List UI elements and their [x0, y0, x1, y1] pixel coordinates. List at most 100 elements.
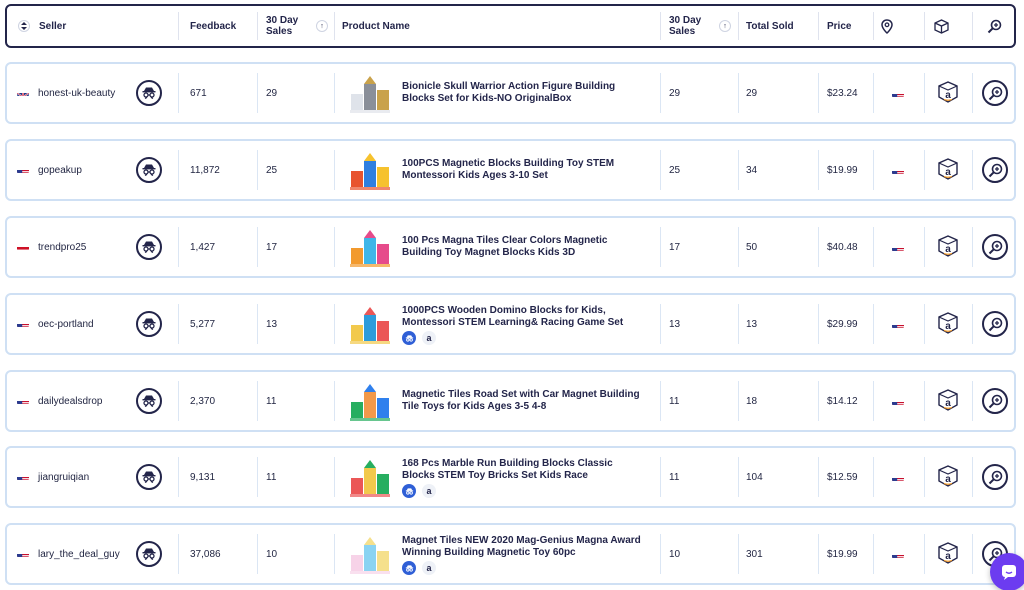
sales-30-day-b: 11 [669, 471, 680, 483]
prime-spy-icon[interactable] [402, 331, 416, 345]
product-thumbnail[interactable] [347, 224, 393, 270]
product-name[interactable]: 100PCS Magnetic Blocks Building Toy STEM… [402, 158, 647, 182]
table-row[interactable]: oec-portland 5,277 13 1000PCS Wooden Dom… [5, 293, 1016, 355]
us-flag-icon [892, 243, 904, 251]
svg-text:a: a [945, 244, 951, 255]
prime-spy-icon[interactable] [402, 561, 416, 575]
sales-30-day-b: 11 [669, 395, 680, 407]
amazon-tag-icon[interactable]: a [422, 331, 436, 345]
header-product-name[interactable]: Product Name [342, 6, 410, 46]
product-thumbnail[interactable] [347, 301, 393, 347]
seller-name[interactable]: lary_the_deal_guy [38, 525, 120, 583]
price: $29.99 [827, 318, 858, 330]
prime-spy-icon[interactable] [402, 484, 416, 498]
product-name[interactable]: 100 Pcs Magna Tiles Clear Colors Magneti… [402, 235, 647, 259]
amazon-box-icon[interactable]: a [938, 312, 958, 334]
sales-30-day: 11 [266, 471, 277, 483]
header-feedback[interactable]: Feedback [190, 6, 236, 46]
amazon-box-icon[interactable]: a [938, 81, 958, 103]
svg-text:a: a [945, 90, 951, 101]
map-pin-icon[interactable] [881, 6, 893, 46]
seller-spy-button[interactable] [136, 157, 162, 183]
sales30-sort-icon[interactable]: ↑ [316, 20, 328, 32]
deep-search-button[interactable] [982, 311, 1008, 337]
product-thumbnail[interactable] [347, 378, 393, 424]
deep-search-button[interactable] [982, 388, 1008, 414]
country-flag-icon [17, 242, 29, 250]
feedback-count: 9,131 [190, 471, 216, 483]
product-thumbnail[interactable] [347, 531, 393, 577]
svg-text:a: a [945, 551, 951, 562]
sales-30-day-b: 17 [669, 241, 681, 253]
table-row[interactable]: honest-uk-beauty 671 29 Bionicle Skull W… [5, 62, 1016, 124]
product-thumbnail[interactable] [347, 147, 393, 193]
table-row[interactable]: trendpro25 1,427 17 100 Pcs Magna Tiles … [5, 216, 1016, 278]
country-flag-icon [17, 549, 29, 557]
sales-30-day: 25 [266, 164, 278, 176]
feedback-count: 671 [190, 87, 207, 99]
seller-sort-icon[interactable] [18, 20, 30, 32]
seller-name[interactable]: gopeakup [38, 141, 82, 199]
seller-spy-button[interactable] [136, 234, 162, 260]
header-total-sold[interactable]: Total Sold [746, 6, 794, 46]
feedback-count: 5,277 [190, 318, 216, 330]
amazon-box-icon[interactable]: a [938, 465, 958, 487]
table-row[interactable]: gopeakup 11,872 25 100PCS Magnetic Block… [5, 139, 1016, 201]
package-icon[interactable] [934, 6, 949, 46]
total-sold: 50 [746, 241, 758, 253]
deep-search-button[interactable] [982, 157, 1008, 183]
table-header: Seller Feedback 30 Day Sales ↑ Product N… [5, 4, 1016, 48]
sales-30-day: 17 [266, 241, 278, 253]
us-flag-icon [892, 550, 904, 558]
total-sold: 13 [746, 318, 758, 330]
us-flag-icon [892, 89, 904, 97]
product-name[interactable]: 1000PCS Wooden Domino Blocks for Kids, M… [402, 305, 647, 329]
seller-name[interactable]: honest-uk-beauty [38, 64, 115, 122]
deep-search-button[interactable] [982, 234, 1008, 260]
product-name[interactable]: Magnetic Tiles Road Set with Car Magnet … [402, 389, 647, 413]
product-thumbnail[interactable] [347, 70, 393, 116]
table-row[interactable]: lary_the_deal_guy 37,086 10 Magnet Tiles… [5, 523, 1016, 585]
seller-name[interactable]: jiangruiqian [38, 448, 89, 506]
feedback-count: 2,370 [190, 395, 216, 407]
magnifier-plus-icon[interactable] [987, 6, 1002, 46]
deep-search-button[interactable] [982, 80, 1008, 106]
country-flag-icon [17, 319, 29, 327]
seller-spy-button[interactable] [136, 464, 162, 490]
seller-spy-button[interactable] [136, 80, 162, 106]
header-30-day-sales-b[interactable]: 30 Day Sales [669, 6, 715, 46]
svg-text:a: a [945, 474, 951, 485]
seller-name[interactable]: dailydealsdrop [38, 372, 103, 430]
chat-launcher-button[interactable] [990, 553, 1024, 590]
table-row[interactable]: jiangruiqian 9,131 11 168 Pcs Marble Run… [5, 446, 1016, 508]
seller-spy-button[interactable] [136, 541, 162, 567]
product-name[interactable]: 168 Pcs Marble Run Building Blocks Class… [402, 458, 647, 482]
price: $40.48 [827, 241, 858, 253]
amazon-box-icon[interactable]: a [938, 235, 958, 257]
seller-spy-button[interactable] [136, 388, 162, 414]
header-seller[interactable]: Seller [39, 6, 66, 46]
price: $14.12 [827, 395, 858, 407]
total-sold: 104 [746, 471, 763, 483]
deep-search-button[interactable] [982, 464, 1008, 490]
amazon-box-icon[interactable]: a [938, 542, 958, 564]
sales-30-day: 29 [266, 87, 278, 99]
us-flag-icon [892, 397, 904, 405]
header-price[interactable]: Price [827, 6, 851, 46]
seller-spy-button[interactable] [136, 311, 162, 337]
product-name[interactable]: Magnet Tiles NEW 2020 Mag-Genius Magna A… [402, 535, 647, 559]
table-row[interactable]: dailydealsdrop 2,370 11 Magnetic Tiles R… [5, 370, 1016, 432]
product-tags: a [402, 331, 436, 345]
product-thumbnail[interactable] [347, 454, 393, 500]
sales30-b-sort-icon[interactable]: ↑ [719, 20, 731, 32]
amazon-box-icon[interactable]: a [938, 158, 958, 180]
amazon-box-icon[interactable]: a [938, 389, 958, 411]
price: $12.59 [827, 471, 858, 483]
amazon-tag-icon[interactable]: a [422, 561, 436, 575]
price: $23.24 [827, 87, 858, 99]
seller-name[interactable]: oec-portland [38, 295, 94, 353]
header-30-day-sales[interactable]: 30 Day Sales [266, 6, 312, 46]
amazon-tag-icon[interactable]: a [422, 484, 436, 498]
seller-name[interactable]: trendpro25 [38, 218, 86, 276]
product-name[interactable]: Bionicle Skull Warrior Action Figure Bui… [402, 81, 647, 105]
